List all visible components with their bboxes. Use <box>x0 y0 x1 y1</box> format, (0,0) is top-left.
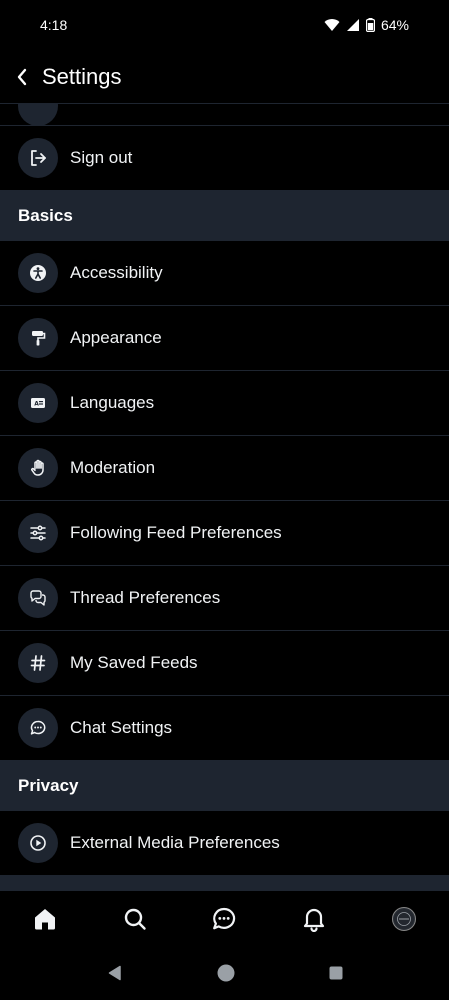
moderation-row[interactable]: Moderation <box>0 436 449 501</box>
following-feed-preferences-row[interactable]: Following Feed Preferences <box>0 501 449 566</box>
header: Settings <box>0 50 449 104</box>
accessibility-row[interactable]: Accessibility <box>0 241 449 306</box>
svg-text:A: A <box>34 401 39 408</box>
my-saved-feeds-label: My Saved Feeds <box>70 653 198 672</box>
status-icons: 64% <box>324 17 409 33</box>
appearance-label: Appearance <box>70 328 162 347</box>
chat-icon <box>213 907 236 929</box>
thread-preferences-label: Thread Preferences <box>70 588 221 607</box>
moderation-label: Moderation <box>70 458 156 477</box>
nav-notifications-button[interactable] <box>286 891 342 947</box>
hand-icon <box>18 448 58 488</box>
home-icon <box>34 908 55 929</box>
chat-bubbles-icon <box>18 578 58 618</box>
recents-square-icon[interactable] <box>328 965 344 981</box>
list-item-partial[interactable] <box>0 104 449 126</box>
languages-row[interactable]: A Languages <box>0 371 449 436</box>
status-bar: 4:18 64% <box>0 0 449 50</box>
section-next-partial <box>0 876 449 890</box>
back-button[interactable] <box>2 50 42 104</box>
wifi-icon <box>324 19 340 31</box>
battery-icon <box>365 18 375 32</box>
hashtag-icon <box>18 643 58 683</box>
section-basics: Basics <box>0 191 449 241</box>
chevron-left-icon <box>17 68 27 85</box>
nav-chat-button[interactable] <box>196 891 252 947</box>
avatar <box>392 906 417 931</box>
sliders-icon <box>18 513 58 553</box>
bottom-nav <box>0 890 449 946</box>
status-time: 4:18 <box>40 17 68 33</box>
chat-settings-label: Chat Settings <box>70 718 173 737</box>
search-icon <box>124 908 146 930</box>
bell-icon <box>304 908 325 932</box>
play-circle-icon <box>18 823 58 863</box>
languages-icon: A <box>18 383 58 423</box>
languages-label: Languages <box>70 393 155 412</box>
following-feed-preferences-label: Following Feed Preferences <box>70 523 282 542</box>
nav-search-button[interactable] <box>107 891 163 947</box>
back-triangle-icon[interactable] <box>106 964 124 982</box>
page-title: Settings <box>42 63 122 89</box>
appearance-row[interactable]: Appearance <box>0 306 449 371</box>
partial-icon <box>18 104 58 125</box>
signal-icon <box>346 19 359 31</box>
thread-preferences-row[interactable]: Thread Preferences <box>0 566 449 631</box>
nav-profile-button[interactable] <box>376 891 432 947</box>
accessibility-label: Accessibility <box>70 263 163 282</box>
external-media-preferences-label: External Media Preferences <box>70 833 280 852</box>
chat-settings-row[interactable]: Chat Settings <box>0 696 449 761</box>
chat-icon <box>18 708 58 748</box>
sign-out-icon <box>18 138 58 178</box>
paint-roller-icon <box>18 318 58 358</box>
external-media-preferences-row[interactable]: External Media Preferences <box>0 811 449 876</box>
sign-out-label: Sign out <box>70 148 133 167</box>
section-privacy: Privacy <box>0 761 449 811</box>
my-saved-feeds-row[interactable]: My Saved Feeds <box>0 631 449 696</box>
settings-list[interactable]: Sign out Basics Accessibility Appearance… <box>0 104 449 890</box>
nav-home-button[interactable] <box>17 891 73 947</box>
accessibility-icon <box>18 253 58 293</box>
home-circle-icon[interactable] <box>216 963 236 983</box>
system-nav <box>0 946 449 1000</box>
sign-out-row[interactable]: Sign out <box>0 126 449 191</box>
battery-percent: 64% <box>380 17 409 33</box>
